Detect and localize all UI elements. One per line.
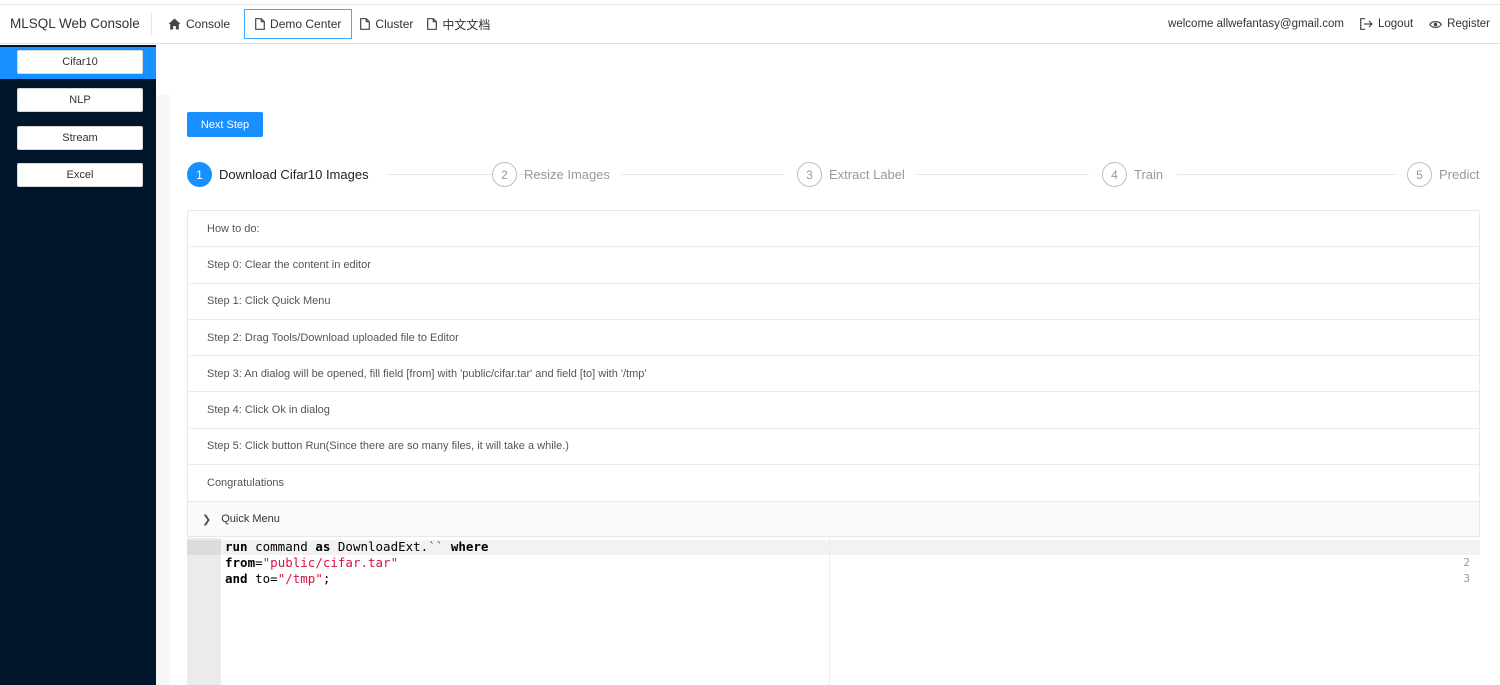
step-1-title: Download Cifar10 Images xyxy=(219,167,369,182)
keyword: as xyxy=(315,539,331,554)
step-2[interactable]: 2 Resize Images xyxy=(492,162,610,187)
eye-icon xyxy=(1429,20,1443,28)
code-line-1[interactable]: run command as DownloadExt.`` where xyxy=(225,539,488,554)
code-text: command xyxy=(247,539,316,554)
instructions-list: How to do: Step 0: Clear the content in … xyxy=(187,210,1480,503)
step-connector xyxy=(916,174,1089,175)
step-4-number: 4 xyxy=(1102,162,1127,187)
register-link[interactable]: Register xyxy=(1429,18,1490,30)
quick-menu-label: Quick Menu xyxy=(221,513,280,525)
code-text: DownloadExt. xyxy=(330,539,429,554)
list-item: Step 5: Click button Run(Since there are… xyxy=(188,429,1479,466)
step-5-number: 5 xyxy=(1407,162,1432,187)
file-icon xyxy=(360,18,371,30)
sidebar-item-cifar10[interactable]: Cifar10 xyxy=(17,50,143,74)
content-edge xyxy=(156,95,170,685)
step-1[interactable]: 1 Download Cifar10 Images xyxy=(187,162,369,187)
user-nav: welcome allwefantasy@gmail.com Logout Re… xyxy=(1168,18,1500,30)
welcome-text: welcome allwefantasy@gmail.com xyxy=(1168,18,1344,30)
step-5[interactable]: 5 Predict xyxy=(1407,162,1479,187)
file-icon xyxy=(255,18,265,30)
code-line-2[interactable]: from="public/cifar.tar" xyxy=(225,555,398,570)
sidebar: Cifar10 NLP Stream Excel xyxy=(0,45,156,685)
list-item: How to do: xyxy=(188,211,1479,248)
step-2-number: 2 xyxy=(492,162,517,187)
nav-cluster[interactable]: Cluster xyxy=(356,9,423,39)
code-string: "/tmp" xyxy=(277,571,323,586)
step-3-title: Extract Label xyxy=(829,167,905,182)
code-text: ; xyxy=(322,571,331,586)
nav-demo-center[interactable]: Demo Center xyxy=(244,9,353,39)
line-number: 3 xyxy=(1463,572,1470,585)
code-string: `` xyxy=(428,539,444,554)
next-step-button[interactable]: Next Step xyxy=(187,112,263,137)
nav-chinese-docs[interactable]: 中文文档 xyxy=(423,9,500,39)
nav-chinese-docs-label: 中文文档 xyxy=(442,17,491,32)
keyword: and xyxy=(225,571,248,586)
step-3-number: 3 xyxy=(797,162,822,187)
register-label: Register xyxy=(1447,18,1490,30)
nav-console[interactable]: Console xyxy=(164,9,240,39)
step-connector xyxy=(1177,174,1396,175)
nav-cluster-label: Cluster xyxy=(375,17,414,31)
line-number: 2 xyxy=(1463,556,1470,569)
list-item: Step 2: Drag Tools/Download uploaded fil… xyxy=(188,320,1479,357)
step-1-number: 1 xyxy=(187,162,212,187)
nav-demo-center-label: Demo Center xyxy=(270,17,342,31)
code-text: = xyxy=(255,555,263,570)
logout-link[interactable]: Logout xyxy=(1360,18,1413,30)
home-icon xyxy=(168,18,181,30)
step-connector xyxy=(621,174,784,175)
code-text: to= xyxy=(247,571,278,586)
code-string: "public/cifar.tar" xyxy=(262,555,399,570)
keyword: where xyxy=(450,539,489,554)
step-4-title: Train xyxy=(1134,167,1164,182)
sidebar-item-excel[interactable]: Excel xyxy=(17,163,143,187)
sidebar-item-nlp[interactable]: NLP xyxy=(17,88,143,112)
nav-console-label: Console xyxy=(186,17,231,31)
print-margin xyxy=(829,538,830,685)
top-navbar: MLSQL Web Console Console Demo Center Cl… xyxy=(0,4,1500,44)
chevron-right-icon: ❯ xyxy=(202,513,212,526)
step-4[interactable]: 4 Train xyxy=(1102,162,1163,187)
sidebar-item-stream[interactable]: Stream xyxy=(17,126,143,150)
main-content: Next Step 1 Download Cifar10 Images 2 Re… xyxy=(156,45,1500,685)
main-nav: Console Demo Center Cluster 中文文档 xyxy=(164,5,500,43)
list-item: Step 0: Clear the content in editor xyxy=(188,247,1479,284)
list-item: Congratulations xyxy=(207,477,285,490)
list-item: Step 1: Click Quick Menu xyxy=(188,284,1479,320)
brand-title[interactable]: MLSQL Web Console xyxy=(0,13,152,35)
logout-label: Logout xyxy=(1377,18,1414,30)
step-5-title: Predict xyxy=(1439,167,1480,182)
editor-gutter xyxy=(187,538,221,685)
gutter-active-line xyxy=(187,540,221,555)
code-line-3[interactable]: and to="/tmp"; xyxy=(225,571,330,586)
step-3[interactable]: 3 Extract Label xyxy=(797,162,905,187)
file-icon xyxy=(427,18,438,30)
list-item: Step 4: Click Ok in dialog xyxy=(188,392,1479,429)
list-item: Step 3: An dialog will be opened, fill f… xyxy=(188,356,1479,393)
logout-icon xyxy=(1360,18,1373,30)
keyword: run xyxy=(225,539,248,554)
code-editor[interactable]: 1 2 3 run command as DownloadExt.`` wher… xyxy=(187,538,1480,685)
keyword: from xyxy=(225,555,256,570)
step-2-title: Resize Images xyxy=(524,167,610,182)
quick-menu-panel[interactable]: ❯ Quick Menu xyxy=(187,501,1480,537)
